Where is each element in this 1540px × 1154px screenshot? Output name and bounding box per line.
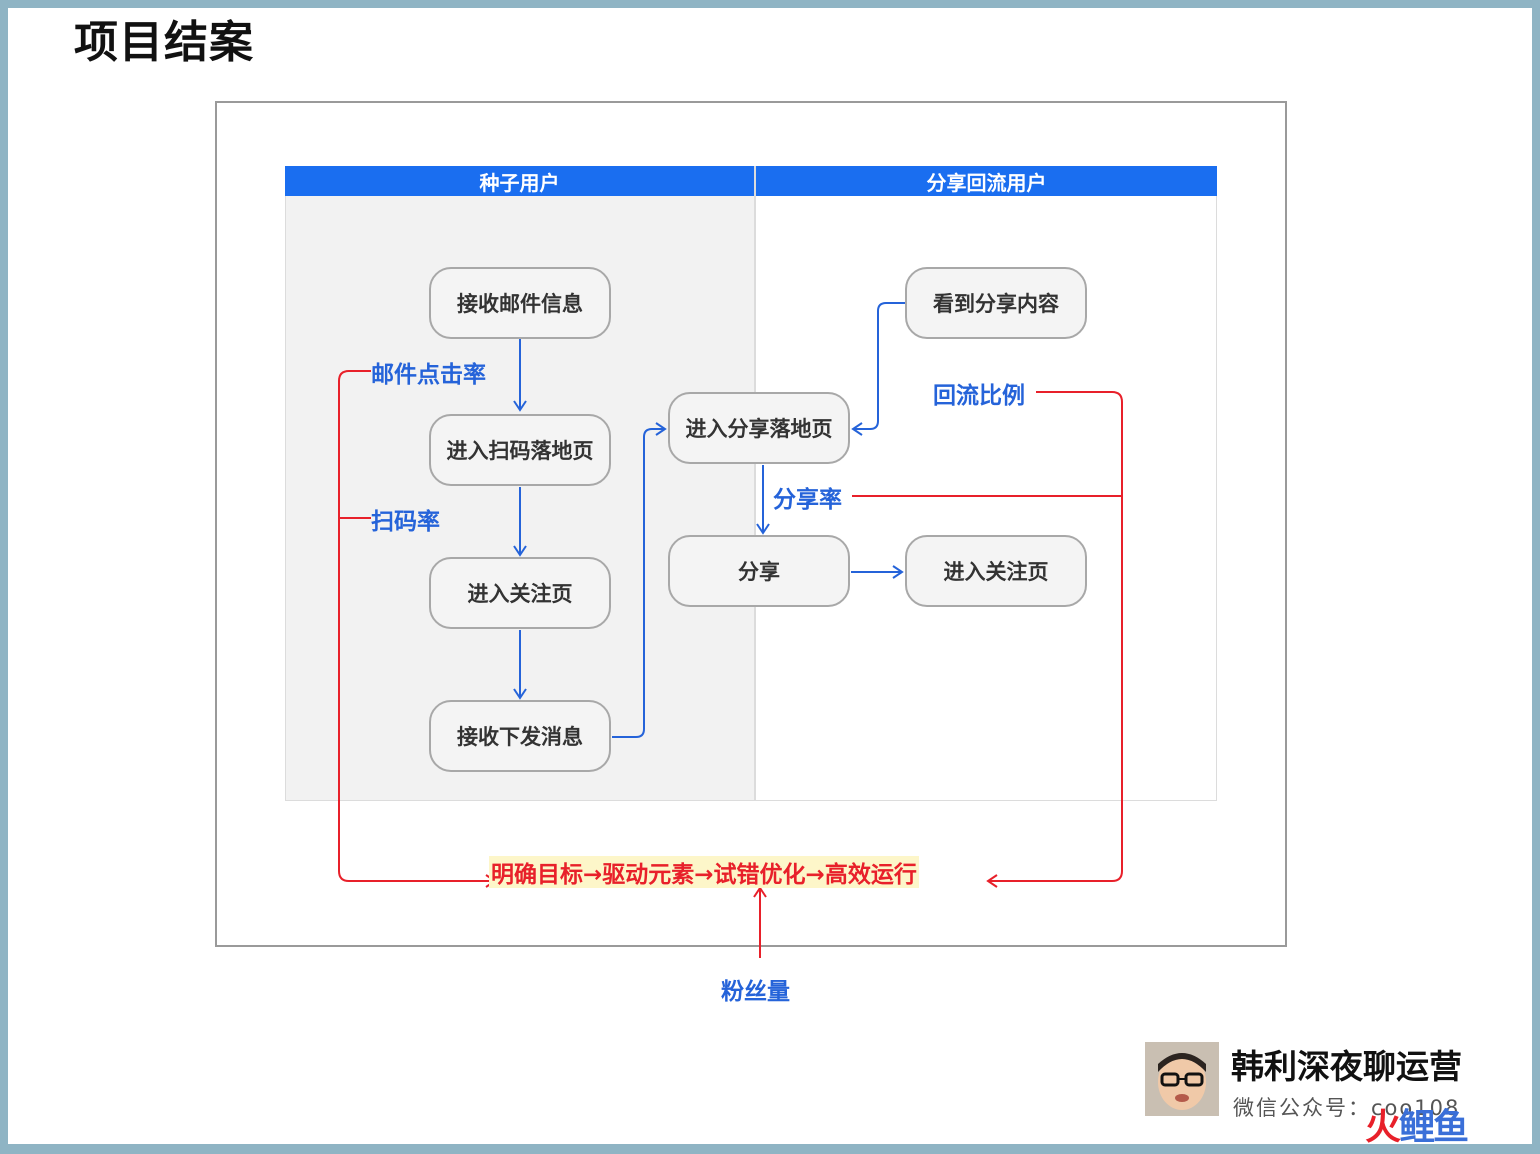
node-follow-page-seed: 进入关注页 (429, 557, 611, 629)
node-share: 分享 (668, 535, 850, 607)
label-share-rate: 分享率 (773, 487, 842, 513)
avatar-portrait-icon (1145, 1042, 1219, 1116)
red-line-right (986, 391, 1123, 888)
goal-banner: 明确目标→驱动元素→试错优化→高效运行 (489, 856, 919, 888)
label-return-ratio: 回流比例 (933, 383, 1025, 409)
label-scan-rate: 扫码率 (371, 509, 440, 535)
label-fans: 粉丝量 (721, 979, 790, 1005)
watermark-part1: 火 (1365, 1107, 1401, 1148)
watermark-part2: 鲤鱼 (1399, 1107, 1469, 1148)
node-receive-push: 接收下发消息 (429, 700, 611, 772)
label-email-ctr: 邮件点击率 (371, 362, 486, 388)
watermark: 火鲤鱼 (1365, 1098, 1469, 1150)
arrow-push-to-share-landing (612, 422, 667, 738)
avatar (1145, 1042, 1219, 1116)
arrow-see-share-to-share-landing (851, 302, 905, 436)
node-scan-landing: 进入扫码落地页 (429, 414, 611, 486)
brand-name: 韩利深夜聊运营 (1231, 1047, 1462, 1086)
node-follow-page-return: 进入关注页 (905, 535, 1087, 607)
node-see-share: 看到分享内容 (905, 267, 1087, 339)
node-share-landing: 进入分享落地页 (668, 392, 850, 464)
node-receive-email: 接收邮件信息 (429, 267, 611, 339)
